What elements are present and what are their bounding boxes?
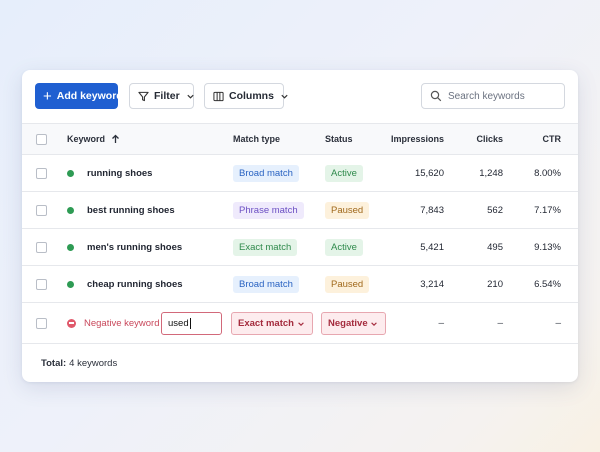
status-select[interactable]: Negative (321, 312, 386, 335)
keywords-card: + Add keyword Filter Columns Search keyw… (22, 70, 578, 382)
text-caret (189, 318, 191, 329)
chevron-down-icon (186, 92, 195, 101)
row-checkbox[interactable] (36, 192, 47, 228)
negative-keyword-row[interactable]: Negative keyword used Exact match Negati… (22, 302, 578, 343)
match-type-badge: Broad match (233, 275, 299, 293)
negative-keyword-label: Negative keyword (84, 317, 160, 329)
keyword-text: running shoes (87, 167, 153, 179)
match-type-badge: Broad match (233, 164, 299, 182)
clicks-value: 495 (487, 241, 503, 253)
columns-button[interactable]: Columns (204, 83, 288, 109)
clicks-value: 562 (487, 204, 503, 216)
keyword-header-label: Keyword (67, 134, 106, 144)
table-header: Keyword Match type Status Impressions Cl… (22, 123, 578, 154)
column-header-clicks[interactable]: Clicks (472, 124, 503, 154)
clicks-value: 210 (487, 278, 503, 290)
chevron-down-icon (370, 320, 378, 328)
negative-keyword-input[interactable]: used (161, 312, 222, 335)
match-type-badge: Phrase match (233, 201, 304, 219)
ctr-value: – (555, 317, 561, 329)
filter-label: Filter (154, 90, 180, 102)
status-badge: Active (325, 164, 363, 182)
total-label: Total: (41, 357, 67, 369)
plus-icon: + (43, 87, 52, 105)
match-type-cell: Phrase match (233, 192, 304, 228)
negative-keyword-input-value: used (168, 318, 189, 329)
keyword-cell: running shoes (67, 155, 152, 191)
impressions-value: 15,620 (414, 167, 444, 179)
match-type-select[interactable]: Exact match (231, 312, 313, 335)
search-icon (430, 90, 442, 102)
impressions-value: 3,214 (420, 278, 444, 290)
match-type-cell: Broad match (233, 266, 299, 302)
columns-label: Columns (229, 90, 274, 102)
keyword-cell: cheap running shoes (67, 266, 183, 302)
add-keyword-button[interactable]: + Add keyword (35, 83, 123, 109)
impressions-value: – (438, 317, 444, 329)
arrow-up-icon (111, 134, 120, 144)
column-header-status[interactable]: Status (325, 124, 353, 154)
table-row[interactable]: men's running shoes Exact match Active 5… (22, 228, 578, 265)
column-header-impressions[interactable]: Impressions (391, 124, 444, 154)
total-value: 4 keywords (69, 357, 118, 369)
ctr-value: 9.13% (534, 241, 561, 253)
table-row[interactable]: best running shoes Phrase match Paused 7… (22, 191, 578, 228)
match-type-cell: Exact match (233, 229, 298, 265)
table-row[interactable]: running shoes Broad match Active 15,620 … (22, 154, 578, 191)
negative-keyword-cell: Negative keyword (67, 303, 160, 343)
table-footer: Total: 4 keywords (22, 343, 578, 382)
search-box[interactable] (421, 83, 565, 109)
impressions-value: 5,421 (420, 241, 444, 253)
status-badge: Paused (325, 201, 370, 219)
keyword-text: cheap running shoes (87, 278, 183, 290)
total-count: Total: 4 keywords (41, 344, 117, 382)
status-cell: Active (325, 229, 363, 265)
table-row[interactable]: cheap running shoes Broad match Paused 3… (22, 265, 578, 302)
status-badge: Active (325, 238, 363, 256)
minus-circle-icon (67, 318, 76, 328)
ctr-value: 8.00% (534, 167, 561, 179)
ctr-value: 6.54% (534, 278, 561, 290)
status-select-value: Negative (328, 318, 368, 329)
match-type-select-value: Exact match (238, 318, 294, 329)
row-checkbox[interactable] (36, 229, 47, 265)
impressions-value: 7,843 (420, 204, 444, 216)
ctr-value: 7.17% (534, 204, 561, 216)
status-cell: Paused (325, 192, 370, 228)
keyword-text: men's running shoes (87, 241, 183, 253)
status-cell: Paused (325, 266, 370, 302)
status-dot (67, 243, 74, 251)
match-type-badge: Exact match (233, 238, 298, 256)
toolbar: + Add keyword Filter Columns (22, 70, 578, 123)
keyword-cell: men's running shoes (67, 229, 182, 265)
status-badge: Paused (325, 275, 370, 293)
filter-button[interactable]: Filter (129, 83, 194, 109)
select-all-checkbox[interactable] (36, 124, 47, 154)
column-header-ctr[interactable]: CTR (536, 124, 562, 154)
chevron-down-icon (280, 92, 289, 101)
filter-icon (138, 91, 149, 102)
status-dot (67, 280, 74, 288)
column-header-keyword[interactable]: Keyword (67, 124, 120, 154)
search-input[interactable] (448, 90, 558, 102)
keyword-cell: best running shoes (67, 192, 175, 228)
add-keyword-label: Add keyword (56, 90, 123, 102)
status-dot (67, 206, 74, 214)
column-header-match-type[interactable]: Match type (233, 124, 280, 154)
row-checkbox[interactable] (36, 266, 47, 302)
clicks-value: 1,248 (479, 167, 503, 179)
keyword-text: best running shoes (87, 204, 175, 216)
status-cell: Active (325, 155, 363, 191)
chevron-down-icon (297, 320, 305, 328)
clicks-value: – (497, 317, 503, 329)
row-checkbox[interactable] (36, 303, 47, 343)
status-dot (67, 169, 74, 177)
row-checkbox[interactable] (36, 155, 47, 191)
columns-icon (213, 91, 224, 102)
match-type-cell: Broad match (233, 155, 299, 191)
